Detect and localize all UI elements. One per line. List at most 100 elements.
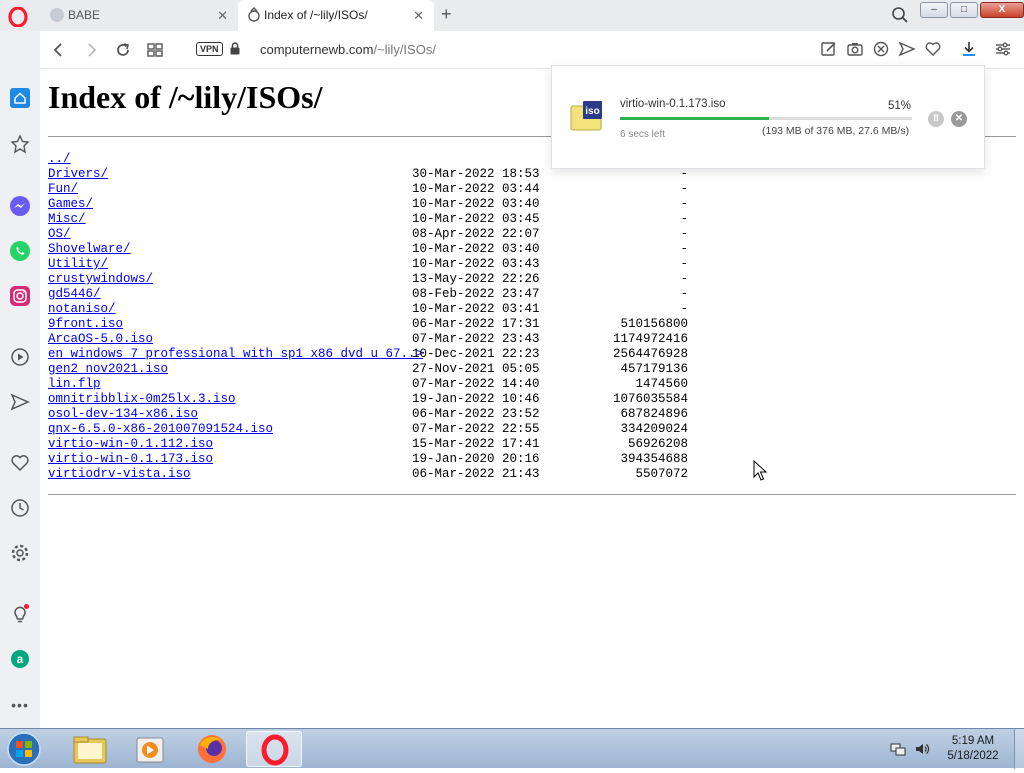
file-link[interactable]: Games/ — [48, 197, 93, 212]
file-size: 334209024 — [620, 422, 688, 436]
explorer-taskbar-button[interactable] — [62, 731, 118, 767]
listing-row: ArcaOS-5.0.iso 07-Mar-2022 23:43 117497241… — [48, 332, 688, 347]
search-tabs-icon[interactable] — [891, 6, 909, 24]
opera-taskbar-button[interactable] — [246, 731, 302, 767]
network-icon[interactable] — [890, 741, 906, 757]
file-size: - — [680, 287, 688, 301]
player-icon[interactable] — [9, 346, 31, 368]
more-icon[interactable]: ••• — [9, 697, 31, 719]
instagram-icon[interactable] — [9, 285, 31, 307]
whatsapp-icon[interactable] — [9, 240, 31, 262]
tips-icon[interactable] — [9, 603, 31, 625]
settings-icon[interactable] — [9, 542, 31, 564]
media-player-icon — [136, 737, 164, 763]
heart-icon[interactable] — [9, 452, 31, 474]
media-player-taskbar-button[interactable] — [122, 731, 178, 767]
history-icon[interactable] — [9, 497, 31, 519]
tab-close-icon[interactable]: ✕ — [413, 8, 424, 24]
volume-icon[interactable] — [914, 741, 930, 757]
file-date: 19-Jan-2022 10:46 — [412, 392, 540, 406]
back-icon[interactable] — [50, 41, 68, 59]
file-link[interactable]: qnx-6.5.0-x86-201007091524.iso — [48, 422, 273, 437]
file-link[interactable]: 9front.iso — [48, 317, 123, 332]
download-filename[interactable]: virtio-win-0.1.173.iso — [620, 98, 725, 110]
file-link[interactable]: gd5446/ — [48, 287, 101, 302]
tab-babe[interactable]: BABE ✕ — [42, 0, 238, 31]
file-link[interactable]: notaniso/ — [48, 302, 116, 317]
globe-icon — [50, 8, 64, 22]
cancel-download-button[interactable]: ✕ — [951, 111, 967, 127]
pause-download-button[interactable]: II — [928, 111, 944, 127]
messenger-icon[interactable] — [9, 195, 31, 217]
vpn-badge[interactable]: VPN — [196, 42, 223, 56]
file-link[interactable]: virtiodrv-vista.iso — [48, 467, 191, 482]
camera-icon[interactable] — [846, 40, 864, 58]
file-size: - — [680, 302, 688, 316]
listing-row: Misc/10-Mar-2022 03:45 - — [48, 212, 688, 227]
maximize-button[interactable]: □ — [950, 2, 978, 18]
file-size: - — [680, 242, 688, 256]
file-date: 19-Jan-2020 20:16 — [412, 452, 540, 466]
file-link[interactable]: gen2_nov2021.iso — [48, 362, 168, 377]
file-link[interactable]: Fun/ — [48, 182, 78, 197]
ad-blocker-icon[interactable] — [872, 40, 890, 58]
opera-icon — [261, 734, 289, 766]
listing-row: Drivers/30-Mar-2022 18:53 - — [48, 167, 688, 182]
listing-row: virtiodrv-vista.iso 06-Mar-2022 21:43 5507… — [48, 467, 688, 482]
listing-row: Shovelware/10-Mar-2022 03:40 - — [48, 242, 688, 257]
file-link[interactable]: Utility/ — [48, 257, 108, 272]
aria-icon[interactable]: a — [9, 648, 31, 670]
reload-icon[interactable] — [114, 41, 132, 59]
file-link[interactable]: Misc/ — [48, 212, 86, 227]
show-desktop-button[interactable] — [1014, 729, 1024, 769]
sidebar: a ••• — [0, 31, 40, 728]
file-link[interactable]: lin.flp — [48, 377, 101, 392]
file-size: 687824896 — [620, 407, 688, 421]
download-progress-bar — [620, 117, 912, 120]
snap-icon[interactable] — [820, 40, 838, 58]
file-link[interactable]: Shovelware/ — [48, 242, 131, 257]
file-date: 10-Mar-2022 03:43 — [412, 257, 540, 271]
minimize-button[interactable]: – — [920, 2, 948, 18]
file-link[interactable]: ../ — [48, 152, 71, 167]
file-size: 457179136 — [620, 362, 688, 376]
file-link[interactable]: osol-dev-134-x86.iso — [48, 407, 198, 422]
url-field[interactable]: computernewb.com/~lily/ISOs/ — [260, 42, 436, 57]
file-size: 56926208 — [627, 437, 688, 451]
downloads-icon[interactable] — [960, 40, 978, 58]
file-link[interactable]: ArcaOS-5.0.iso — [48, 332, 153, 347]
easy-setup-icon[interactable] — [994, 40, 1012, 58]
firefox-taskbar-button[interactable] — [184, 731, 240, 767]
tab-close-icon[interactable]: ✕ — [217, 8, 228, 24]
file-link[interactable]: omnitribblix-0m25lx.3.iso — [48, 392, 236, 407]
system-clock[interactable]: 5:19 AM 5/18/2022 — [940, 734, 1006, 764]
start-button[interactable] — [4, 731, 44, 767]
listing-row: 9front.iso 06-Mar-2022 17:31 510156800 — [48, 317, 688, 332]
file-link[interactable]: virtio-win-0.1.112.iso — [48, 437, 213, 452]
flow-icon[interactable] — [9, 391, 31, 413]
close-window-button[interactable]: X — [980, 2, 1024, 18]
lock-icon[interactable] — [230, 42, 240, 55]
file-size: 1474560 — [635, 377, 688, 391]
file-link[interactable]: en_windows_7_professional_with_sp1_x86_d… — [48, 347, 423, 362]
file-date: 30-Mar-2022 18:53 — [412, 167, 540, 181]
tab-index-of-isos[interactable]: Index of /~lily/ISOs/ ✕ — [238, 0, 434, 31]
file-link[interactable]: Drivers/ — [48, 167, 108, 182]
heart-icon[interactable] — [924, 40, 942, 58]
speed-dial-icon[interactable] — [146, 41, 164, 59]
forward-icon[interactable] — [82, 41, 100, 59]
listing-row: Games/10-Mar-2022 03:40 - — [48, 197, 688, 212]
listing-row: Fun/10-Mar-2022 03:44 - — [48, 182, 688, 197]
file-listing: ../Drivers/30-Mar-2022 18:53- Fun/10-Mar-… — [48, 152, 688, 482]
url-path: /~lily/ISOs/ — [373, 42, 436, 57]
listing-row: lin.flp 07-Mar-2022 14:40 1474560 — [48, 377, 688, 392]
opera-menu-icon[interactable] — [8, 7, 28, 27]
send-icon[interactable] — [898, 40, 916, 58]
file-link[interactable]: virtio-win-0.1.173.iso — [48, 452, 213, 467]
file-link[interactable]: crustywindows/ — [48, 272, 153, 287]
home-icon[interactable] — [9, 87, 31, 109]
new-tab-button[interactable]: + — [441, 4, 452, 25]
file-link[interactable]: OS/ — [48, 227, 71, 242]
bottom-divider — [48, 494, 1016, 495]
bookmarks-icon[interactable] — [9, 133, 31, 155]
